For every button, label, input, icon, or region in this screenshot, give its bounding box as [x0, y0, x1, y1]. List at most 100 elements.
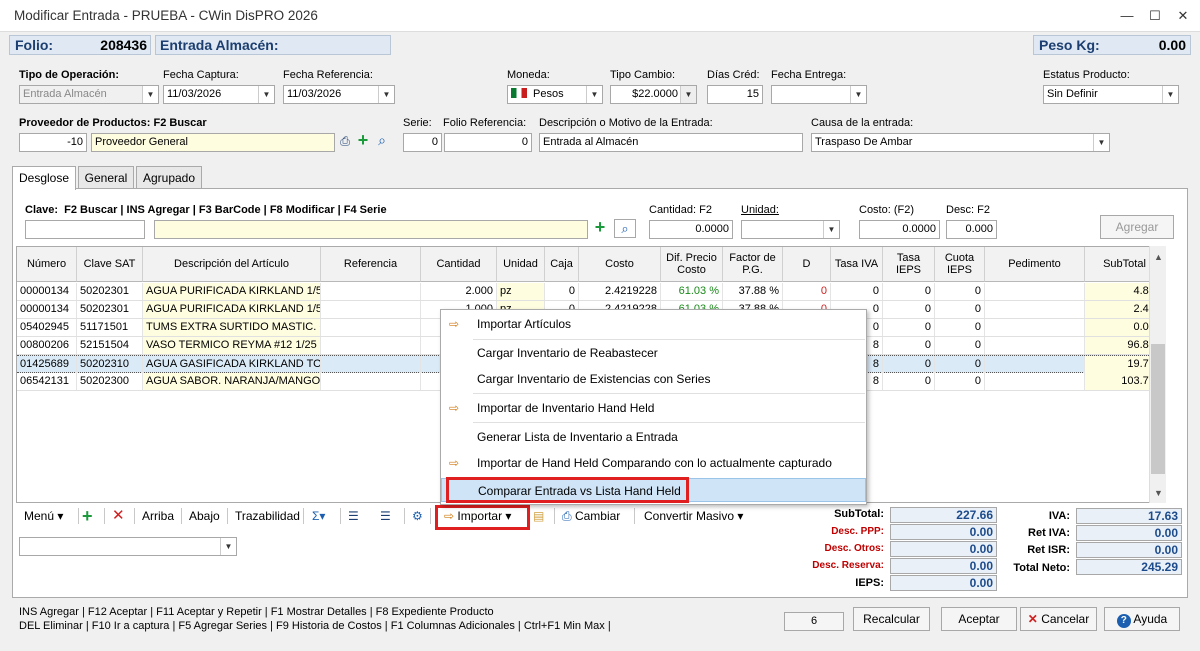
cell-cant: 2.000 — [421, 283, 497, 300]
moneda-select[interactable]: Pesos ▼ — [507, 85, 603, 104]
proveedor-num-field[interactable]: -10 — [19, 133, 87, 152]
menu-item-importar-hand-held-comparando[interactable]: ⇨ Importar de Hand Held Comparando con lo… — [441, 451, 866, 475]
col-clave-sat[interactable]: Clave SAT — [77, 247, 143, 282]
col-descripcion[interactable]: Descripción del Artículo — [143, 247, 321, 282]
import-icon: ⇨ — [449, 456, 460, 470]
causa-select[interactable]: Traspaso De Ambar ▼ — [811, 133, 1110, 152]
peso-label: Peso Kg: — [1039, 37, 1100, 53]
articulo-field[interactable] — [154, 220, 588, 239]
folio-value: 208436 — [100, 37, 147, 53]
recalcular-button[interactable]: Recalcular — [853, 607, 930, 631]
folio-ref-field[interactable]: 0 — [444, 133, 532, 152]
add-row-icon[interactable]: + — [82, 505, 93, 527]
col-tasa-ieps[interactable]: Tasa IEPS — [883, 247, 935, 282]
cell-factor: 37.88 % — [723, 283, 783, 300]
tab-general[interactable]: General — [78, 166, 134, 188]
col-referencia[interactable]: Referencia — [321, 247, 421, 282]
cell-d: 0 — [783, 283, 831, 300]
proveedor-field[interactable]: Proveedor General — [91, 133, 335, 152]
costo-field[interactable]: 0.0000 — [859, 220, 940, 239]
minimize-icon[interactable]: — — [1114, 4, 1140, 28]
col-d[interactable]: D — [783, 247, 831, 282]
clave-field[interactable] — [25, 220, 145, 239]
tab-desglose[interactable]: Desglose — [12, 166, 76, 190]
arriba-button[interactable]: Arriba — [142, 505, 174, 527]
scroll-thumb[interactable] — [1151, 344, 1165, 474]
col-cantidad[interactable]: Cantidad — [421, 247, 497, 282]
separator — [340, 508, 341, 524]
col-factor[interactable]: Factor de P.G. — [723, 247, 783, 282]
table-row[interactable]: 00000134 50202301 AGUA PURIFICADA KIRKLAND… — [17, 283, 1165, 301]
scroll-down-icon[interactable]: ▼ — [1154, 488, 1163, 498]
totals-icon[interactable]: ☰ — [380, 505, 391, 527]
col-unidad[interactable]: Unidad — [497, 247, 545, 282]
cell-ped — [985, 373, 1085, 390]
cell-desc: AGUA SABOR. NARANJA/MANGO I — [143, 373, 321, 390]
cell-ped — [985, 283, 1085, 300]
search-icon[interactable]: ⌕ — [614, 219, 636, 238]
menu-item-cargar-existencias-series[interactable]: Cargar Inventario de Existencias con Ser… — [441, 367, 866, 391]
abajo-button[interactable]: Abajo — [189, 505, 220, 527]
tipo-op-select[interactable]: Entrada Almacén ▼ — [19, 85, 159, 104]
convertir-masivo-button[interactable]: Convertir Masivo ▾ — [644, 505, 743, 527]
menu-item-importar-articulos[interactable]: ⇨ Importar Artículos — [441, 312, 866, 336]
close-icon[interactable]: ✕ — [1170, 4, 1196, 28]
col-numero[interactable]: Número — [17, 247, 77, 282]
col-pedimento[interactable]: Pedimento — [985, 247, 1085, 282]
grid-scrollbar[interactable]: ▲ ▼ — [1149, 246, 1166, 503]
separator — [473, 393, 865, 394]
maximize-icon[interactable]: ☐ — [1142, 4, 1168, 28]
col-tasa-iva[interactable]: Tasa IVA — [831, 247, 883, 282]
aceptar-button[interactable]: Aceptar — [941, 607, 1017, 631]
help-icon: ? — [1116, 614, 1131, 628]
col-caja[interactable]: Caja — [545, 247, 579, 282]
fecha-captura-field[interactable]: 11/03/2026 ▼ — [163, 85, 275, 104]
sum-icon[interactable]: Σ▾ — [312, 505, 325, 527]
menu-item-cargar-reabastecer[interactable]: Cargar Inventario de Reabastecer — [441, 341, 866, 365]
sort-icon[interactable]: ☰ — [348, 505, 359, 527]
scroll-up-icon[interactable]: ▲ — [1154, 252, 1163, 262]
cell-sat: 50202301 — [77, 283, 143, 300]
cambiar-button[interactable]: ⎙ Cambiar — [562, 505, 620, 527]
folio-label: Folio: — [15, 37, 54, 53]
menu-item-generar-lista[interactable]: Generar Lista de Inventario a Entrada — [441, 425, 866, 449]
menu-button[interactable]: Menú ▾ — [24, 505, 63, 527]
folio-bar: Folio: 208436 Entrada Almacén: Peso Kg: … — [9, 35, 1191, 55]
notes-icon[interactable]: ▤ — [533, 505, 544, 527]
printer-icon[interactable]: ⎙ — [337, 134, 353, 150]
tab-agrupado[interactable]: Agrupado — [136, 166, 202, 188]
col-costo[interactable]: Costo — [579, 247, 661, 282]
fecha-captura-label: Fecha Captura: — [163, 69, 239, 81]
separator — [473, 422, 865, 423]
add-icon[interactable]: + — [591, 217, 609, 237]
col-cuota-ieps[interactable]: Cuota IEPS — [935, 247, 985, 282]
cell-cuota: 0 — [935, 319, 985, 336]
desc-field[interactable]: 0.000 — [946, 220, 997, 239]
desc-otros-label: Desc. Otros: — [824, 543, 884, 554]
trazabilidad-button[interactable]: Trazabilidad — [235, 505, 300, 527]
descripcion-field[interactable]: Entrada al Almacén — [539, 133, 803, 152]
search-icon[interactable]: ⌕ — [374, 132, 390, 150]
dias-cred-field[interactable]: 15 — [707, 85, 763, 104]
fecha-entrega-field[interactable]: ▼ — [771, 85, 867, 104]
cantidad-field[interactable]: 0.0000 — [649, 220, 733, 239]
bottom-select[interactable]: ▼ — [19, 537, 237, 556]
delete-row-icon[interactable]: ✕ — [112, 505, 125, 527]
estatus-select[interactable]: Sin Definir ▼ — [1043, 85, 1179, 104]
menu-item-importar-hand-held[interactable]: ⇨ Importar de Inventario Hand Held — [441, 396, 866, 420]
cell-dif: 61.03 % — [661, 283, 723, 300]
desc-ppp-label: Desc. PPP: — [831, 526, 884, 537]
cell-desc: VASO TERMICO REYMA #12 1/25 C — [143, 337, 321, 354]
ret-iva-value: 0.00 — [1076, 525, 1182, 541]
col-dif-precio[interactable]: Dif. Precio Costo — [661, 247, 723, 282]
fecha-ref-field[interactable]: 11/03/2026 ▼ — [283, 85, 395, 104]
importar-highlight — [435, 505, 530, 530]
add-icon[interactable]: + — [355, 131, 371, 149]
unidad-select[interactable]: ▼ — [741, 220, 840, 239]
agregar-button[interactable]: Agregar — [1100, 215, 1174, 239]
user-icon[interactable]: ⚙ — [412, 505, 423, 527]
tipo-cambio-field[interactable]: $22.0000 ▼ — [610, 85, 697, 104]
serie-field[interactable]: 0 — [403, 133, 442, 152]
ayuda-button[interactable]: ? Ayuda — [1104, 607, 1180, 631]
cancelar-button[interactable]: ✕ Cancelar — [1020, 607, 1097, 631]
